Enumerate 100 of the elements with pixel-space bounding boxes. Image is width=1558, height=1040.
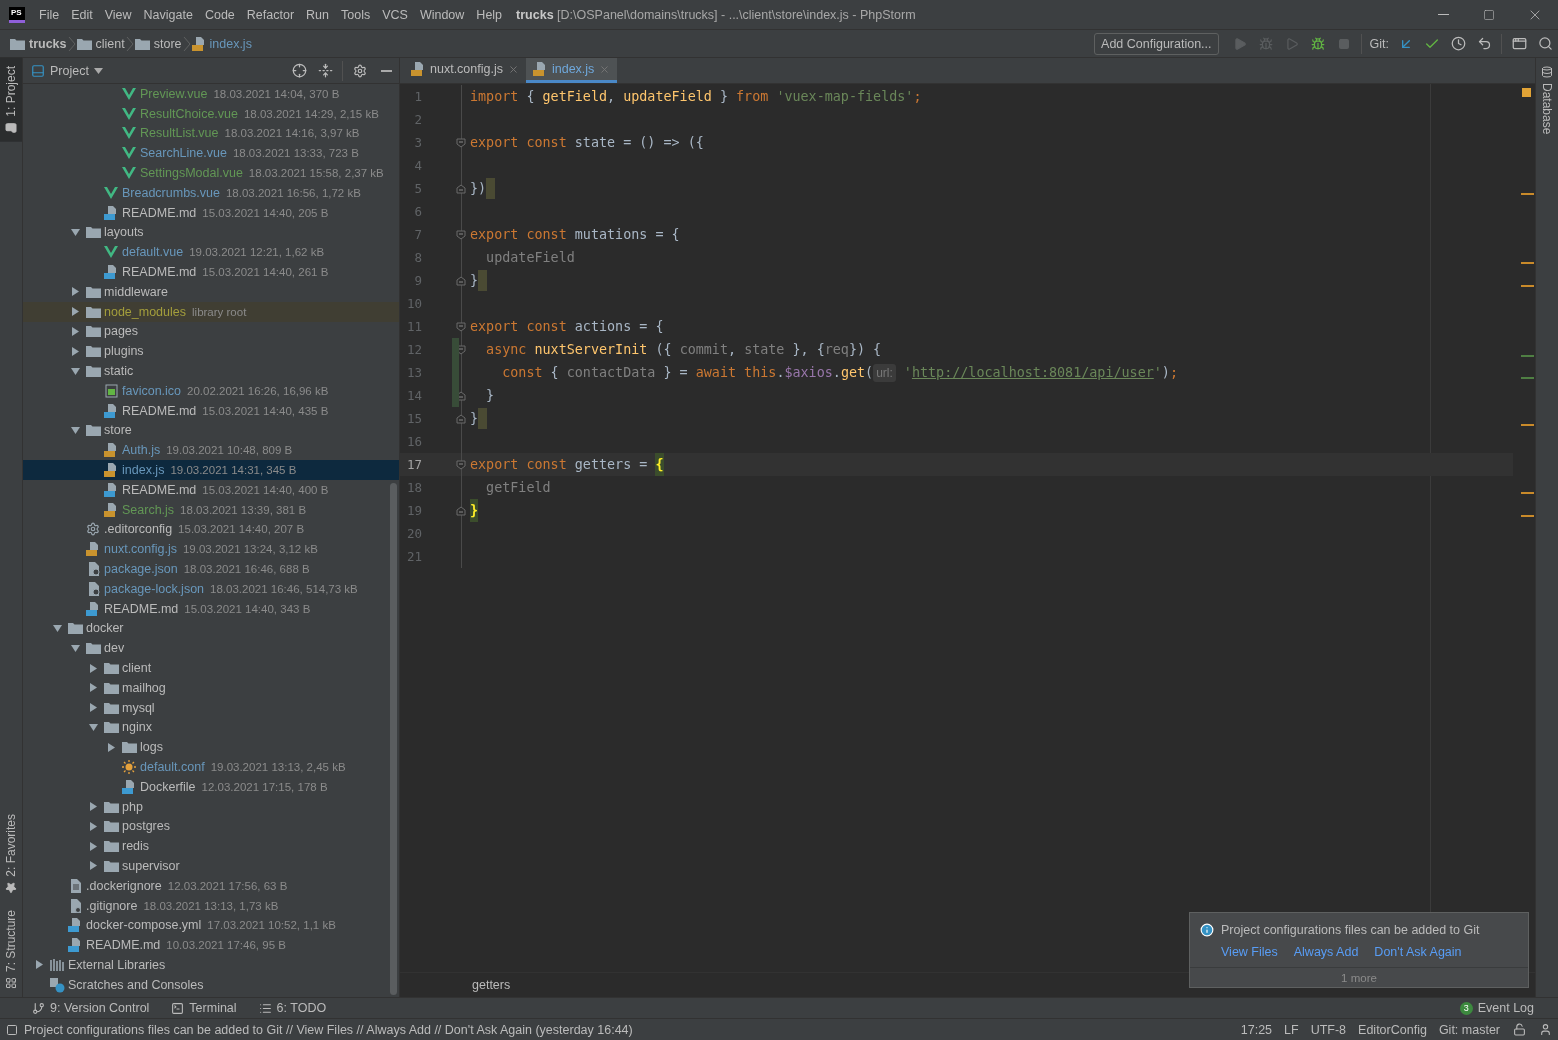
code-breadcrumb[interactable]: getters bbox=[472, 978, 511, 992]
tree-item[interactable]: Search.js 18.03.2021 13:39, 381 B bbox=[23, 499, 399, 520]
project-view-selector[interactable]: Project bbox=[31, 63, 103, 78]
fold-icon[interactable] bbox=[456, 505, 466, 516]
fold-icon[interactable] bbox=[456, 413, 466, 424]
menu-item[interactable]: Window bbox=[413, 0, 471, 29]
expand-arrow-icon[interactable] bbox=[88, 821, 98, 831]
tree-item[interactable]: README.md 15.03.2021 14:40, 435 B bbox=[23, 400, 399, 421]
tree-item[interactable]: store bbox=[23, 420, 399, 441]
tree-item[interactable]: .gitignore 18.03.2021 13:13, 1,73 kB bbox=[23, 895, 399, 916]
tree-item[interactable]: index.js 19.03.2021 14:31, 345 B bbox=[23, 460, 399, 480]
tree-item[interactable]: default.conf 19.03.2021 13:13, 2,45 kB bbox=[23, 757, 399, 777]
breadcrumb[interactable]: trucks bbox=[10, 36, 67, 51]
fold-icon[interactable] bbox=[456, 229, 466, 240]
notification-link[interactable]: Don't Ask Again bbox=[1374, 945, 1462, 959]
collapse-arrow-icon[interactable] bbox=[70, 227, 80, 237]
breadcrumb[interactable]: store bbox=[134, 36, 182, 51]
tree-item[interactable]: Preview.vue 18.03.2021 14:04, 370 B bbox=[23, 84, 399, 104]
tree-item[interactable]: package-lock.json 18.03.2021 16:46, 514,73 kB bbox=[23, 578, 399, 599]
tree-item[interactable]: node_modules library root bbox=[23, 301, 399, 322]
fold-icon[interactable] bbox=[456, 321, 466, 332]
collapse-arrow-icon[interactable] bbox=[70, 643, 80, 653]
tree-item[interactable]: .editorconfig 15.03.2021 14:40, 207 B bbox=[23, 519, 399, 540]
status-item[interactable]: 17:25 bbox=[1234, 1022, 1279, 1037]
tree-item[interactable]: nginx bbox=[23, 717, 399, 738]
tree-item[interactable]: client bbox=[23, 658, 399, 678]
menu-item[interactable]: Help bbox=[470, 0, 509, 29]
menu-item[interactable]: Run bbox=[300, 0, 335, 29]
tool-window-button[interactable]: 6: TODO bbox=[258, 1001, 327, 1015]
tree-item[interactable]: ResultChoice.vue 18.03.2021 14:29, 2,15 kB bbox=[23, 103, 399, 124]
tree-item[interactable]: Auth.js 19.03.2021 10:48, 809 B bbox=[23, 440, 399, 461]
collapse-arrow-icon[interactable] bbox=[70, 425, 80, 435]
fold-icon[interactable] bbox=[456, 183, 466, 194]
breadcrumb[interactable]: client bbox=[76, 36, 125, 51]
expand-arrow-icon[interactable] bbox=[34, 960, 44, 970]
tool-window-button[interactable]: Terminal bbox=[171, 1001, 237, 1015]
tree-item[interactable]: docker-compose.yml 17.03.2021 10:52, 1,1 kB bbox=[23, 915, 399, 936]
tree-item[interactable]: .dockerignore 12.03.2021 17:56, 63 B bbox=[23, 875, 399, 896]
tree-item[interactable]: Dockerfile 12.03.2021 17:15, 178 B bbox=[23, 776, 399, 797]
menu-item[interactable]: Edit bbox=[65, 0, 99, 29]
tool-window-tab[interactable]: 1: Project bbox=[0, 58, 22, 142]
tree-item[interactable]: SearchLine.vue 18.03.2021 13:33, 723 B bbox=[23, 143, 399, 164]
expand-arrow-icon[interactable] bbox=[88, 663, 98, 673]
menu-item[interactable]: VCS bbox=[376, 0, 414, 29]
menu-item[interactable]: File bbox=[33, 0, 66, 29]
tree-item[interactable]: mysql bbox=[23, 697, 399, 718]
fold-icon[interactable] bbox=[456, 344, 466, 355]
tree-item[interactable]: ResultList.vue 18.03.2021 14:16, 3,97 kB bbox=[23, 123, 399, 144]
expand-arrow-icon[interactable] bbox=[88, 861, 98, 871]
editor-tab[interactable]: index.js bbox=[525, 58, 618, 83]
editor-tab[interactable]: nuxt.config.js bbox=[404, 58, 526, 83]
tree-item[interactable]: mailhog bbox=[23, 677, 399, 698]
tree-item[interactable]: dev bbox=[23, 638, 399, 659]
menu-item[interactable]: Code bbox=[198, 0, 241, 29]
add-configuration-button[interactable]: Add Configuration... bbox=[1094, 32, 1219, 55]
change-marker[interactable] bbox=[452, 338, 459, 361]
collapse-arrow-icon[interactable] bbox=[52, 623, 62, 633]
tree-item[interactable]: middleware bbox=[23, 281, 399, 302]
tool-window-tab[interactable]: 7: Structure bbox=[0, 901, 22, 997]
tree-item[interactable]: plugins bbox=[23, 341, 399, 362]
tree-item[interactable]: package.json 18.03.2021 16:46, 688 B bbox=[23, 559, 399, 579]
tree-item[interactable]: favicon.ico 20.02.2021 16:26, 16,96 kB bbox=[23, 380, 399, 401]
tree-item[interactable]: README.md 15.03.2021 14:40, 205 B bbox=[23, 202, 399, 223]
tool-window-tab[interactable]: 2: Favorites bbox=[0, 806, 22, 902]
status-item[interactable]: Git: master bbox=[1432, 1022, 1506, 1037]
tree-item[interactable]: logs bbox=[23, 737, 399, 758]
tree-item[interactable]: Scratches and Consoles bbox=[23, 974, 399, 995]
scrollbar-thumb[interactable] bbox=[390, 483, 397, 995]
tree-item[interactable]: README.md 15.03.2021 14:40, 261 B bbox=[23, 262, 399, 282]
tree-item[interactable]: SettingsModal.vue 18.03.2021 15:58, 2,37 kB bbox=[23, 163, 399, 183]
expand-arrow-icon[interactable] bbox=[70, 307, 80, 317]
tree-item[interactable]: postgres bbox=[23, 816, 399, 837]
collapse-arrow-icon[interactable] bbox=[70, 366, 80, 376]
tree-item[interactable]: layouts bbox=[23, 222, 399, 243]
tree-item[interactable]: README.md 15.03.2021 14:40, 343 B bbox=[23, 598, 399, 619]
menu-item[interactable]: Tools bbox=[335, 0, 377, 29]
status-item[interactable]: LF bbox=[1278, 1022, 1305, 1037]
tree-item[interactable]: pages bbox=[23, 321, 399, 342]
collapse-arrow-icon[interactable] bbox=[88, 722, 98, 732]
expand-arrow-icon[interactable] bbox=[88, 802, 98, 812]
fold-icon[interactable] bbox=[456, 137, 466, 148]
expand-arrow-icon[interactable] bbox=[106, 742, 116, 752]
change-marker[interactable] bbox=[452, 384, 459, 407]
tree-item[interactable]: supervisor bbox=[23, 856, 399, 876]
tree-item[interactable]: static bbox=[23, 361, 399, 381]
fold-icon[interactable] bbox=[456, 275, 466, 286]
status-item[interactable]: EditorConfig bbox=[1352, 1022, 1433, 1037]
tree-item[interactable]: redis bbox=[23, 836, 399, 857]
tree-item[interactable]: README.md 15.03.2021 14:40, 400 B bbox=[23, 479, 399, 500]
notification-link[interactable]: Always Add bbox=[1293, 945, 1359, 959]
tree-item[interactable]: External Libraries bbox=[23, 955, 399, 975]
tree-item[interactable]: default.vue 19.03.2021 12:21, 1,62 kB bbox=[23, 242, 399, 263]
expand-arrow-icon[interactable] bbox=[88, 841, 98, 851]
expand-arrow-icon[interactable] bbox=[70, 287, 80, 297]
tree-item[interactable]: Breadcrumbs.vue 18.03.2021 16:56, 1,72 kB bbox=[23, 183, 399, 203]
breadcrumb[interactable]: index.js bbox=[191, 36, 252, 51]
tree-item[interactable]: php bbox=[23, 796, 399, 817]
menu-item[interactable]: Navigate bbox=[137, 0, 199, 29]
expand-arrow-icon[interactable] bbox=[70, 346, 80, 356]
fold-icon[interactable] bbox=[456, 459, 466, 470]
